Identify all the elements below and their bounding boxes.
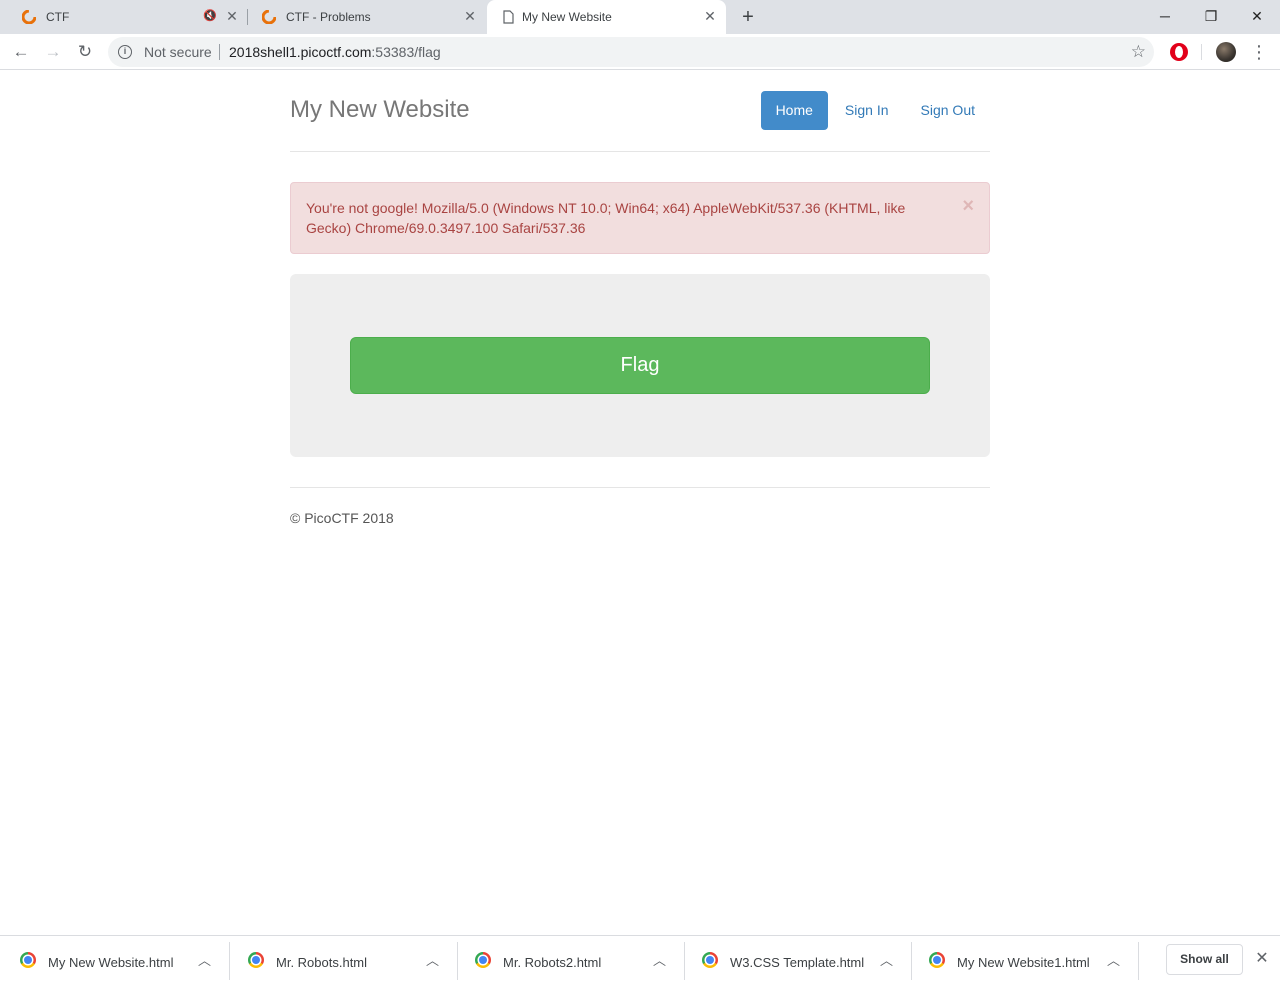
opera-extension-icon[interactable]: [1170, 43, 1188, 61]
tab-my-new-website[interactable]: My New Website ✕: [487, 0, 726, 34]
profile-avatar[interactable]: [1216, 42, 1236, 62]
download-bar-close-icon[interactable]: ✕: [1253, 949, 1271, 969]
chevron-up-icon[interactable]: ︿: [880, 950, 893, 969]
url-text[interactable]: 2018shell1.picoctf.com:53383/flag: [229, 44, 441, 60]
download-divider: [911, 942, 912, 980]
new-tab-icon[interactable]: +: [738, 7, 758, 27]
show-all-button[interactable]: Show all: [1166, 944, 1243, 975]
url-path: :53383/flag: [371, 44, 441, 60]
tab-ctf[interactable]: CTF 🔇 ✕: [8, 0, 248, 34]
nav-home[interactable]: Home: [760, 91, 828, 130]
download-divider: [229, 942, 230, 980]
chevron-up-icon[interactable]: ︿: [653, 950, 666, 969]
download-filename: Mr. Robots.html: [276, 955, 368, 970]
address-bar[interactable]: i Not secure 2018shell1.picoctf.com:5338…: [108, 37, 1154, 67]
window-close-icon[interactable]: ✕: [1242, 4, 1272, 28]
alert-message: You're not google! Mozilla/5.0 (Windows …: [306, 200, 906, 236]
chrome-icon: [702, 952, 718, 968]
minimize-icon[interactable]: ─: [1150, 4, 1180, 28]
site-header: My New Website Home Sign In Sign Out: [290, 71, 990, 152]
flag-button[interactable]: Flag: [350, 337, 930, 394]
nav-sign-out[interactable]: Sign Out: [906, 91, 990, 130]
security-label[interactable]: Not secure: [144, 44, 212, 60]
tab-strip: CTF 🔇 ✕ CTF - Problems ✕ My New Website …: [0, 0, 1280, 34]
chevron-up-icon[interactable]: ︿: [426, 950, 439, 969]
page-icon: [503, 10, 514, 24]
bookmark-star-icon[interactable]: ☆: [1131, 42, 1146, 62]
footer: © PicoCTF 2018: [290, 487, 990, 526]
download-divider: [1138, 942, 1139, 980]
download-bar: My New Website.html ︿ Mr. Robots.html ︿ …: [0, 935, 1280, 984]
address-divider: [219, 44, 220, 60]
tab-title: My New Website: [522, 10, 612, 24]
nav-sign-in[interactable]: Sign In: [830, 91, 904, 130]
download-filename: Mr. Robots2.html: [503, 955, 602, 970]
reload-icon[interactable]: ↻: [73, 40, 97, 64]
site-title: My New Website: [290, 96, 470, 123]
jumbotron: Flag: [290, 274, 990, 457]
tab-title: CTF: [46, 10, 70, 24]
alert-danger: You're not google! Mozilla/5.0 (Windows …: [290, 182, 990, 254]
download-filename: My New Website.html: [48, 955, 174, 970]
tab-close-icon[interactable]: ✕: [702, 8, 718, 24]
page-container: My New Website Home Sign In Sign Out You…: [290, 71, 990, 526]
download-divider: [457, 942, 458, 980]
back-icon[interactable]: ←: [9, 40, 33, 64]
ctf-favicon-icon: [262, 10, 276, 24]
alert-close-icon[interactable]: ×: [962, 196, 974, 216]
mute-icon[interactable]: 🔇: [202, 8, 218, 24]
ctf-favicon-icon: [22, 10, 36, 24]
download-filename: My New Website1.html: [957, 955, 1090, 970]
toolbar-divider: [1201, 44, 1202, 60]
tab-ctf-problems[interactable]: CTF - Problems ✕: [248, 0, 486, 34]
browser-toolbar: ← → ↻ i Not secure 2018shell1.picoctf.co…: [0, 34, 1280, 70]
tab-close-icon[interactable]: ✕: [224, 8, 240, 24]
chrome-icon: [248, 952, 264, 968]
chevron-up-icon[interactable]: ︿: [198, 950, 211, 969]
forward-icon[interactable]: →: [41, 40, 65, 64]
download-filename: W3.CSS Template.html: [730, 955, 865, 970]
chrome-icon: [475, 952, 491, 968]
chrome-icon: [20, 952, 36, 968]
tab-close-icon[interactable]: ✕: [462, 8, 478, 24]
info-icon[interactable]: i: [118, 45, 132, 59]
site-nav: Home Sign In Sign Out: [759, 91, 990, 130]
url-host: 2018shell1.picoctf.com: [229, 44, 372, 60]
menu-dots-icon[interactable]: ⋮: [1250, 40, 1268, 64]
download-divider: [684, 942, 685, 980]
tab-title: CTF - Problems: [286, 10, 371, 24]
restore-icon[interactable]: ❐: [1196, 4, 1226, 28]
chrome-icon: [929, 952, 945, 968]
footer-copyright: © PicoCTF 2018: [290, 510, 394, 526]
chevron-up-icon[interactable]: ︿: [1107, 950, 1120, 969]
